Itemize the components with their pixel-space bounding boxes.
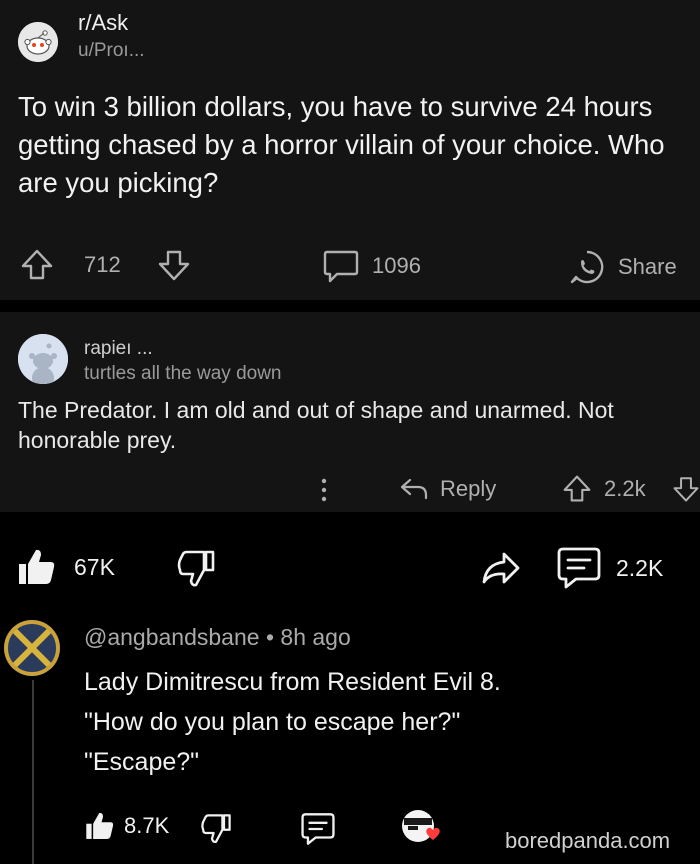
comment-like-button[interactable]: 8.7K (84, 810, 169, 842)
downvote-button[interactable] (157, 248, 191, 282)
comment-count: 1096 (372, 253, 421, 278)
creator-heart (400, 808, 444, 848)
comment-line: Lady Dimitrescu from Resident Evil 8. (84, 668, 501, 696)
post-title[interactable]: To win 3 billion dollars, you have to su… (18, 88, 694, 202)
comments-button[interactable]: 1096 (322, 248, 421, 284)
subreddit-avatar[interactable] (18, 22, 58, 62)
dot-separator: • (265, 624, 275, 650)
thumbs-down-icon (201, 814, 231, 844)
comment-body: The Predator. I am old and out of shape … (18, 397, 614, 453)
reddit-comment-card: rapieı ... turtles all the way down The … (0, 312, 700, 512)
comment-text: Lady Dimitrescu from Resident Evil 8. "H… (84, 662, 684, 782)
share-arrow-icon (482, 552, 520, 584)
comment-reply-button[interactable] (300, 812, 336, 846)
channel-avatar[interactable] (4, 620, 60, 676)
comment-line: "How do you plan to escape her?" (84, 708, 461, 736)
comment-header: @angbandsbane • 8h ago (84, 624, 351, 651)
commenter-avatar[interactable] (18, 334, 68, 384)
video-like-bar: 67K 2.2K (0, 540, 700, 596)
upvote-button[interactable] (20, 248, 54, 282)
comment-lines-icon (301, 813, 335, 845)
subreddit-name[interactable]: r/Ask (78, 10, 128, 36)
comment-like-count: 8.7K (124, 813, 170, 838)
comment-upvote-button[interactable]: 2.2k (562, 474, 646, 504)
like-button[interactable]: 67K (16, 546, 115, 588)
thumbs-down-icon (177, 550, 215, 587)
downvote-arrow-icon (673, 477, 699, 502)
reddit-post-card: r/Ask u/Proı... To win 3 billion dollars… (0, 0, 700, 300)
thumbs-up-icon (86, 812, 114, 839)
like-count: 67K (74, 553, 115, 580)
comment-line: "Escape?" (84, 748, 200, 776)
comment-bubble-icon (323, 250, 359, 283)
crossed-swords-avatar-icon (4, 620, 60, 676)
comment-dislike-button[interactable] (200, 812, 232, 846)
comment-downvote-button[interactable] (672, 474, 700, 504)
share-button[interactable]: Share (568, 248, 677, 286)
reply-count: 2.2K (616, 554, 664, 581)
more-options-button[interactable] (318, 476, 330, 504)
share-button[interactable] (480, 548, 522, 588)
comment-action-bar: Reply 2.2k (0, 472, 700, 508)
comment-lines-icon (557, 547, 601, 589)
replies-button[interactable]: 2.2K (556, 546, 663, 590)
upvote-arrow-icon (21, 249, 53, 280)
boredpanda-watermark: boredpanda.com (505, 828, 671, 853)
comment-score: 2.2k (604, 476, 646, 501)
vote-score: 712 (84, 252, 121, 277)
reply-label: Reply (440, 476, 497, 501)
thumbs-up-icon (19, 549, 55, 584)
whatsapp-share-icon (570, 250, 604, 284)
user-flair: turtles all the way down (84, 363, 282, 384)
more-vertical-icon (321, 478, 327, 502)
downvote-arrow-icon (158, 250, 190, 281)
reply-arrow-icon (400, 478, 428, 500)
post-action-bar: 712 1096 Share (0, 246, 700, 286)
channel-handle[interactable]: @angbandsbane (84, 624, 260, 650)
reply-button[interactable]: Reply (398, 474, 496, 504)
creator-heart-icon (402, 810, 440, 842)
reddit-snoo-icon (18, 22, 58, 62)
commenter-username[interactable]: rapieı ... (84, 338, 153, 360)
share-label: Share (618, 254, 677, 279)
snoo-avatar-icon (18, 334, 68, 384)
comment-time: 8h ago (280, 624, 351, 650)
youtube-comment: @angbandsbane • 8h ago Lady Dimitrescu f… (0, 610, 700, 864)
post-author[interactable]: u/Proı... (78, 40, 145, 62)
upvote-arrow-icon (563, 475, 591, 502)
dislike-button[interactable] (176, 548, 216, 590)
